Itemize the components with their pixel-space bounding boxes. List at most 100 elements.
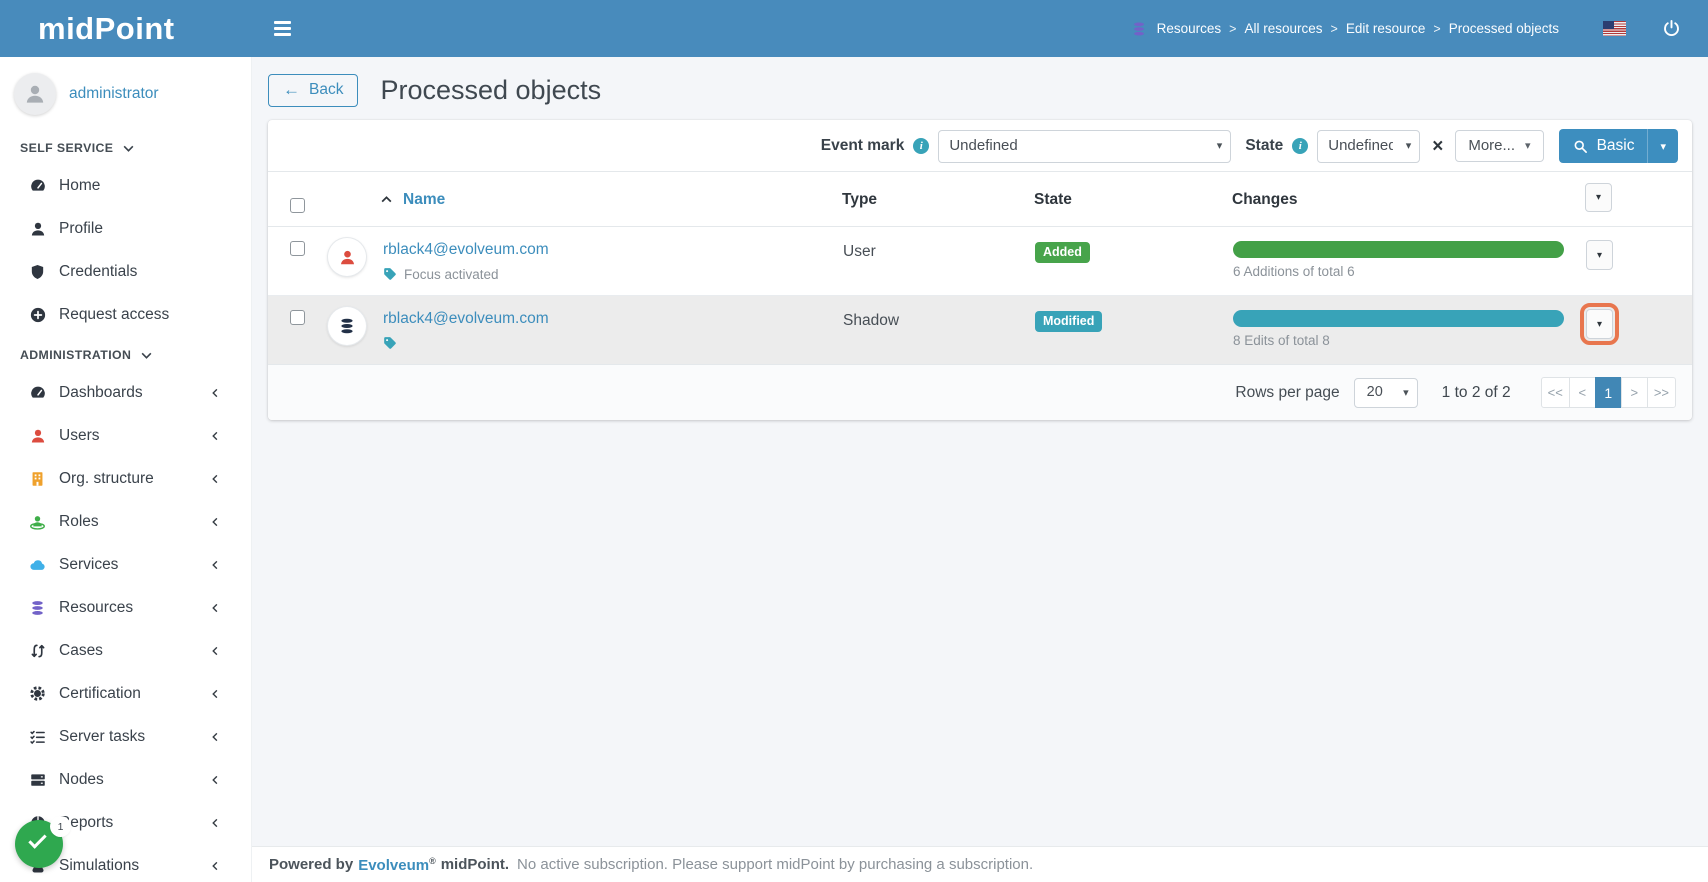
menu-toggle-button[interactable] (266, 10, 299, 47)
chevron-left-icon (210, 688, 221, 700)
sidebar-item-nodes[interactable]: Nodes (0, 758, 251, 801)
event-mark-select-wrap: Undefined (938, 130, 1231, 163)
sidebar-item-label: Home (59, 177, 221, 195)
page-header: ← Back Processed objects (252, 57, 1708, 120)
chevron-left-icon (210, 430, 221, 442)
search-icon (1573, 139, 1588, 154)
user-icon (28, 219, 47, 238)
chevron-left-icon (210, 817, 221, 829)
rows-per-page-select[interactable]: 20 (1354, 378, 1418, 408)
column-header-changes: Changes (1232, 172, 1572, 227)
info-icon[interactable]: i (913, 138, 929, 154)
sidebar-item-credentials[interactable]: Credentials (0, 250, 251, 293)
rows-per-page-label: Rows per page (1235, 384, 1339, 402)
search-label: Basic (1597, 137, 1635, 155)
sidebar-item-label: Profile (59, 220, 221, 238)
back-button[interactable]: ← Back (268, 74, 358, 107)
sidebar-item-dashboards[interactable]: Dashboards (0, 371, 251, 414)
select-all-checkbox[interactable] (290, 198, 305, 213)
row-checkbox[interactable] (290, 310, 305, 325)
sidebar-item-server-tasks[interactable]: Server tasks (0, 715, 251, 758)
pager-page-1-button[interactable]: 1 (1595, 377, 1622, 408)
sidebar-item-label: Nodes (59, 771, 210, 789)
section-label: ADMINISTRATION (20, 348, 131, 362)
back-arrow-icon: ← (283, 80, 300, 100)
user-name-link[interactable]: administrator (69, 85, 159, 103)
breadcrumb-separator: > (1433, 22, 1440, 36)
more-button[interactable]: More... ▾ (1455, 130, 1543, 162)
clear-filter-icon[interactable]: × (1432, 137, 1443, 156)
row-checkbox[interactable] (290, 241, 305, 256)
sidebar-item-profile[interactable]: Profile (0, 207, 251, 250)
row-menu-button-highlighted[interactable]: ▾ (1586, 309, 1613, 339)
search-basic[interactable]: Basic (1559, 129, 1648, 163)
breadcrumb-separator: > (1229, 22, 1236, 36)
chevron-left-icon (210, 473, 221, 485)
sidebar-item-label: Request access (59, 306, 221, 324)
table-menu-button[interactable]: ▾ (1585, 183, 1612, 212)
sidebar-item-label: Certification (59, 685, 210, 703)
language-flag-us[interactable] (1603, 21, 1626, 36)
subscription-note: No active subscription. Please support m… (517, 856, 1033, 873)
database-icon (338, 317, 356, 335)
sidebar-item-org-structure[interactable]: Org. structure (0, 457, 251, 500)
chevron-left-icon (210, 731, 221, 743)
table-row: rblack4@evolveum.com Shadow Modified (268, 296, 1692, 365)
pager-next-button[interactable]: > (1621, 377, 1648, 408)
database-icon (28, 598, 47, 617)
sidebar-item-request-access[interactable]: Request access (0, 293, 251, 336)
evolveum-link[interactable]: Evolveum® (358, 856, 436, 874)
search-dropdown-toggle[interactable]: ▾ (1647, 129, 1678, 163)
sidebar-item-roles[interactable]: Roles (0, 500, 251, 543)
sidebar-item-label: Credentials (59, 263, 221, 281)
breadcrumb-resources[interactable]: Resources (1157, 21, 1222, 36)
info-icon[interactable]: i (1292, 138, 1308, 154)
column-header-state: State (1034, 172, 1232, 227)
gear-icon (28, 684, 47, 703)
caret-down-icon: ▾ (1597, 319, 1602, 330)
sidebar-item-home[interactable]: Home (0, 164, 251, 207)
object-name-link[interactable]: rblack4@evolveum.com (383, 310, 549, 328)
users-icon (28, 426, 47, 445)
pagination-bar: Rows per page 20 1 to 2 of 2 << < 1 > >> (268, 364, 1692, 420)
sidebar-item-certification[interactable]: Certification (0, 672, 251, 715)
product-label: midPoint. (441, 856, 509, 873)
dashboard-icon (28, 383, 47, 402)
logout-power-icon[interactable] (1662, 19, 1681, 38)
case-arrows-icon (28, 641, 47, 660)
sidebar-item-users[interactable]: Users (0, 414, 251, 457)
flag-canton (1603, 21, 1614, 29)
event-mark-select[interactable]: Undefined (938, 130, 1231, 163)
breadcrumb-edit-resource[interactable]: Edit resource (1346, 21, 1426, 36)
breadcrumb-all-resources[interactable]: All resources (1244, 21, 1322, 36)
breadcrumb-processed-objects[interactable]: Processed objects (1449, 21, 1559, 36)
sidebar-item-label: Org. structure (59, 470, 210, 488)
success-notification[interactable]: 1 (15, 820, 63, 868)
sidebar-item-cases[interactable]: Cases (0, 629, 251, 672)
database-icon (1131, 21, 1147, 37)
rows-per-page-wrap: 20 (1354, 378, 1418, 408)
column-header-name[interactable]: Name (403, 191, 445, 209)
state-select[interactable]: Undefined (1317, 130, 1420, 163)
section-administration[interactable]: ADMINISTRATION (0, 336, 251, 371)
role-icon (28, 512, 47, 531)
event-mark-label: Event mark (821, 137, 905, 155)
section-self-service[interactable]: SELF SERVICE (0, 129, 251, 164)
sidebar-item-services[interactable]: Services (0, 543, 251, 586)
pager-last-button[interactable]: >> (1647, 377, 1676, 408)
sort-chevron-up-icon (380, 193, 393, 206)
pager: << < 1 > >> (1541, 377, 1676, 408)
chevron-left-icon (210, 387, 221, 399)
building-icon (28, 469, 47, 488)
more-label: More... (1468, 137, 1515, 154)
caret-down-icon: ▾ (1525, 139, 1531, 152)
pager-first-button[interactable]: << (1541, 377, 1570, 408)
pager-prev-button[interactable]: < (1569, 377, 1596, 408)
row-menu-button[interactable]: ▾ (1586, 240, 1613, 270)
sidebar-item-resources[interactable]: Resources (0, 586, 251, 629)
object-name-link[interactable]: rblack4@evolveum.com (383, 241, 549, 259)
app-logo[interactable]: midPoint (38, 11, 175, 46)
search-mode-button[interactable]: Basic ▾ (1559, 129, 1678, 163)
main-content: ← Back Processed objects Event mark i Un… (252, 57, 1708, 846)
top-navbar: midPoint Resources > All resources > Edi… (0, 0, 1708, 57)
